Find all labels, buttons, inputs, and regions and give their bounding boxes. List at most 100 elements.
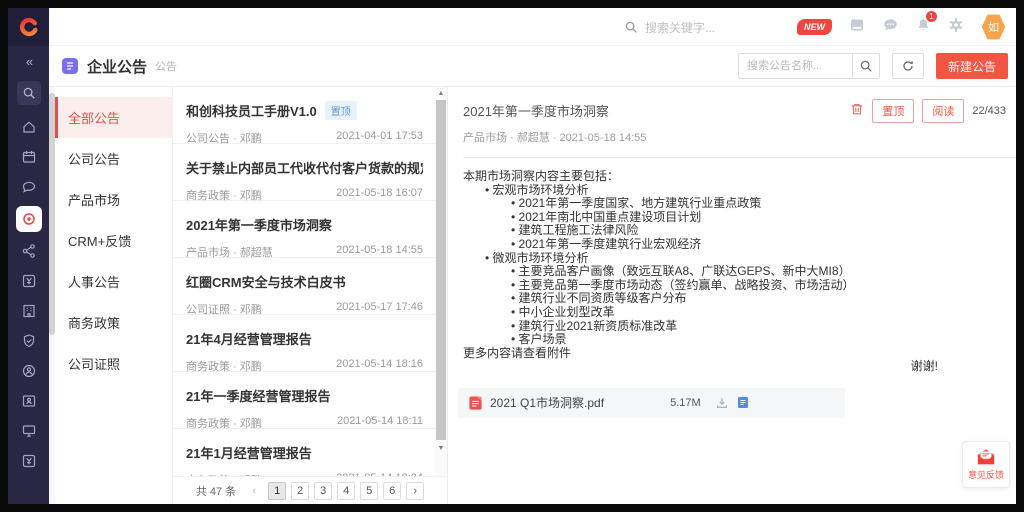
- avatar[interactable]: 如: [981, 14, 1006, 41]
- document-icon: [65, 61, 75, 71]
- item-title: 2021年第一季度市场洞察: [186, 215, 332, 234]
- download-button[interactable]: [715, 396, 729, 410]
- search-icon: [624, 20, 638, 34]
- list-item[interactable]: 21年一季度经营管理报告 商务政策 · 邓鹏2021-05-14 18:11: [173, 372, 435, 429]
- category-item-crm[interactable]: CRM+反馈: [55, 220, 172, 261]
- attachment-name[interactable]: 2021 Q1市场洞察.pdf: [490, 394, 604, 411]
- category-item-all[interactable]: 全部公告: [55, 97, 172, 138]
- feedback-label: 意见反馈: [968, 468, 1004, 481]
- item-meta: 商务政策 · 邓鹏: [186, 187, 262, 203]
- settings-button[interactable]: [948, 17, 964, 38]
- list-item[interactable]: 和创科技员工手册V1.0置顶 公司公告 · 邓鹏2021-04-01 17:53: [173, 87, 435, 144]
- item-title: 红圈CRM安全与技术白皮书: [186, 272, 346, 291]
- announcement-search-input[interactable]: [738, 53, 852, 79]
- pagination: 共 47 条 ‹ 1 2 3 4 5 6 ›: [173, 476, 447, 504]
- user-circle-icon: [21, 363, 37, 379]
- item-meta: 公司公告 · 邓鹏: [186, 130, 262, 146]
- create-announcement-button[interactable]: 新建公告: [936, 53, 1008, 79]
- global-search[interactable]: 搜索关键字...: [624, 8, 715, 46]
- prev-page-button[interactable]: ‹: [245, 482, 263, 500]
- list-item[interactable]: 红圈CRM安全与技术白皮书 公司证照 · 邓鹏2021-05-17 17:46: [173, 258, 435, 315]
- item-meta: 商务政策 · 邓鹏: [186, 358, 262, 374]
- preview-icon: [737, 396, 749, 409]
- item-title: 关于禁止内部员工代收代付客户货款的规定【商...: [186, 158, 423, 177]
- sidebar-item-finance[interactable]: [20, 273, 38, 289]
- body-line: • 中小企业划型改革: [463, 306, 1016, 320]
- body-line: • 建筑行业不同资质等级客户分布: [463, 292, 1016, 306]
- item-meta: 商务政策 · 邓鹏: [186, 415, 262, 431]
- sidebar-item-announcements[interactable]: [16, 206, 42, 232]
- list-scrollbar[interactable]: ▲ ▼: [435, 87, 447, 476]
- sidebar-item-home[interactable]: [20, 119, 38, 135]
- pinned-badge: 置顶: [325, 101, 357, 120]
- sidebar-item-library[interactable]: [20, 303, 38, 319]
- category-item-hr[interactable]: 人事公告: [55, 261, 172, 302]
- page-header: 企业公告 公告 新建公告: [49, 46, 1016, 86]
- sidebar-item-contacts[interactable]: [20, 393, 38, 409]
- app-logo[interactable]: [8, 8, 49, 46]
- category-item-license[interactable]: 公司证照: [55, 343, 172, 384]
- category-item-policy[interactable]: 商务政策: [55, 302, 172, 343]
- page-button-5[interactable]: 5: [360, 482, 378, 500]
- attachment-row[interactable]: 2021 Q1市场洞察.pdf 5.17M: [458, 388, 845, 418]
- delete-button[interactable]: [850, 102, 864, 121]
- closing-line: 谢谢!: [463, 360, 1016, 374]
- category-item-company[interactable]: 公司公告: [55, 138, 172, 179]
- module-icon: [62, 58, 78, 74]
- item-date: 2021-05-18 14:55: [336, 244, 423, 260]
- attachment-size: 5.17M: [670, 397, 701, 409]
- pin-button[interactable]: 置顶: [872, 99, 914, 123]
- category-item-product[interactable]: 产品市场: [55, 179, 172, 220]
- sidebar-item-account[interactable]: [20, 363, 38, 379]
- scroll-down-icon[interactable]: ▼: [435, 442, 447, 454]
- page-button-2[interactable]: 2: [291, 482, 309, 500]
- list-item[interactable]: 21年4月经营管理报告 商务政策 · 邓鹏2021-05-14 18:16: [173, 315, 435, 372]
- feedback-widget[interactable]: 意见反馈: [962, 441, 1010, 488]
- refresh-button[interactable]: [892, 53, 924, 79]
- list-item[interactable]: 2021年第一季度市场洞察 产品市场 · 郝超慧 2021-05-18 14:55: [173, 201, 435, 258]
- list-item[interactable]: 21年1月经营管理报告 商务政策 · 邓鹏2021-05-14 18:04: [173, 429, 435, 476]
- announcement-detail: 2021年第一季度市场洞察 产品市场 · 郝超慧 · 2021-05-18 14…: [448, 87, 1016, 504]
- notifications-button[interactable]: 1: [916, 17, 931, 38]
- body-line: 本期市场洞察内容主要包括：: [463, 170, 1016, 184]
- sidebar-item-cashier[interactable]: [20, 453, 38, 469]
- trash-icon: [850, 102, 864, 116]
- read-count: 22/433: [972, 105, 1006, 117]
- feedback-envelope-icon: [976, 448, 996, 466]
- page-button-6[interactable]: 6: [383, 482, 401, 500]
- page-button-1[interactable]: 1: [268, 482, 286, 500]
- collapse-sidebar-icon[interactable]: «: [26, 54, 31, 69]
- body-line: • 2021年第一季度国家、地方建筑行业重点政策: [463, 197, 1016, 211]
- next-page-button[interactable]: ›: [406, 482, 424, 500]
- page-button-3[interactable]: 3: [314, 482, 332, 500]
- item-date: 2021-05-17 17:46: [336, 301, 423, 317]
- item-meta: 产品市场 · 郝超慧: [186, 244, 273, 260]
- list-scrollbar-thumb[interactable]: [436, 100, 446, 440]
- content-area: 全部公告 公司公告 产品市场 CRM+反馈 人事公告 商务政策 公司证照 和创科…: [49, 86, 1016, 504]
- scroll-up-icon[interactable]: ▲: [435, 87, 447, 99]
- preview-button[interactable]: [737, 396, 749, 409]
- sidebar-item-terminal[interactable]: [20, 423, 38, 439]
- comment-icon: [882, 17, 899, 33]
- body-line: • 主要竞品客户画像（致远互联A8、广联达GEPS、新中大MI8）: [463, 265, 1016, 279]
- announcement-search-button[interactable]: [852, 53, 880, 79]
- read-button[interactable]: 阅读: [922, 99, 964, 123]
- item-date: 2021-05-14 18:11: [337, 415, 423, 431]
- sidebar-search-button[interactable]: [17, 81, 41, 105]
- app-window: «: [8, 8, 1016, 504]
- item-title: 21年1月经营管理报告: [186, 443, 312, 462]
- detail-meta: 产品市场 · 郝超慧 · 2021-05-18 14:55: [463, 129, 1006, 145]
- list-item[interactable]: 关于禁止内部员工代收代付客户货款的规定【商... 商务政策 · 邓鹏 2021-0…: [173, 144, 435, 201]
- detail-body: 本期市场洞察内容主要包括： • 宏观市场环境分析 • 2021年第一季度国家、地…: [448, 158, 1016, 374]
- messages-button[interactable]: [882, 17, 899, 38]
- sidebar-item-share[interactable]: [20, 243, 38, 259]
- sidebar-item-chat[interactable]: [20, 179, 38, 195]
- item-date: 2021-05-18 16:07: [336, 187, 423, 203]
- pagination-total: 共 47 条: [196, 483, 236, 499]
- page-button-4[interactable]: 4: [337, 482, 355, 500]
- sidebar-item-calendar[interactable]: [20, 149, 38, 165]
- global-search-placeholder: 搜索关键字...: [645, 19, 715, 36]
- panel-button[interactable]: [849, 17, 865, 38]
- announcement-list: 和创科技员工手册V1.0置顶 公司公告 · 邓鹏2021-04-01 17:53…: [173, 87, 448, 504]
- sidebar-item-security[interactable]: [20, 333, 38, 349]
